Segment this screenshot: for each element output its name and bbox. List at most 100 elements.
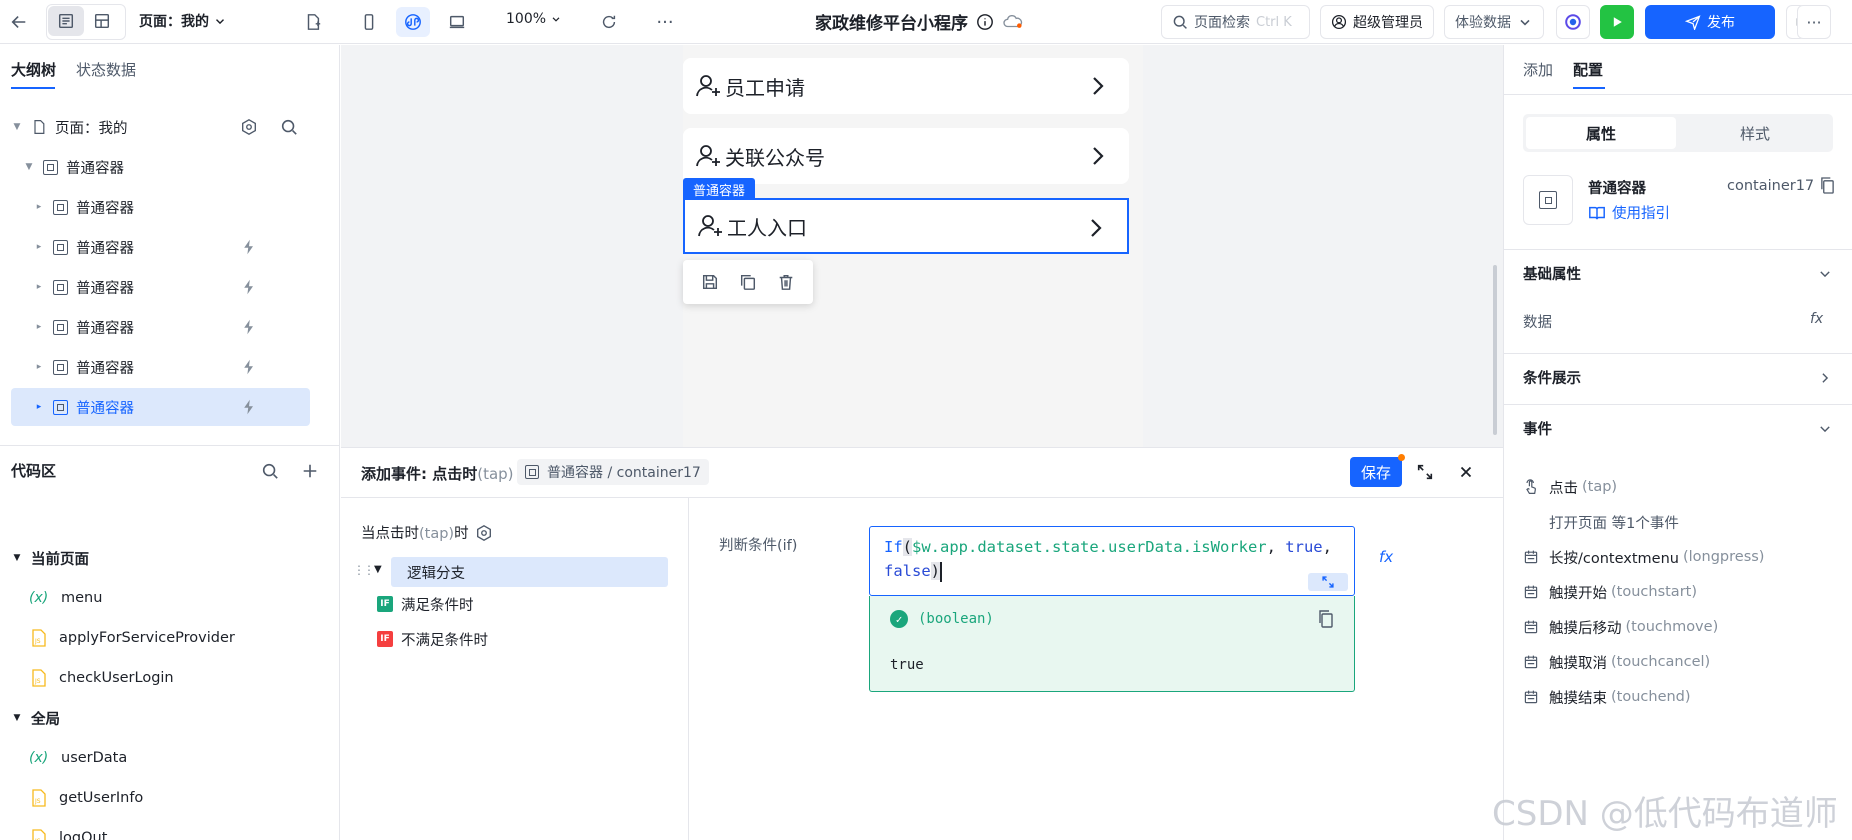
tree-item-child[interactable]: ▸ 普通容器 [11,268,310,306]
save-icon[interactable] [701,273,719,291]
tab-outline[interactable]: 大纲树 [11,59,56,80]
event-touchmove[interactable]: 触摸后移动 (touchmove) [1523,617,1718,637]
tree-item-page[interactable]: ▼ 页面：我的 [11,108,310,146]
chevron-right-icon[interactable] [1818,371,1832,385]
add-icon[interactable] [301,462,319,480]
code-item-getuserinfo[interactable]: JS getUserInfo [11,781,143,815]
caret-down-icon[interactable]: ▼ [11,121,23,133]
tree-item-selected[interactable]: ▸ 普通容器 [11,388,310,426]
tab-state-data[interactable]: 状态数据 [76,59,136,80]
info-icon[interactable] [976,13,994,31]
preview-button[interactable] [1600,5,1634,39]
caret-right-icon[interactable]: ▸ [33,281,45,293]
tree-item-child[interactable]: ▸ 普通容器 [11,228,310,266]
caret-down-icon[interactable]: ▼ [11,712,23,724]
expand-editor-button[interactable] [1308,573,1348,591]
expand-icon [1322,576,1334,588]
card-link-official[interactable]: 关联公众号 [683,128,1129,184]
caret-down-icon[interactable]: ▼ [11,552,23,564]
code-item-userdata[interactable]: (x) userData [11,741,127,775]
divider [1504,249,1852,250]
events-title[interactable]: 事件 [1523,418,1552,439]
caret-right-icon[interactable]: ▸ [33,321,45,333]
miniprogram-device-icon[interactable] [396,7,430,37]
layout-view-icon[interactable] [84,6,120,36]
code-item-menu[interactable]: (x) menu [11,581,102,615]
tab-config[interactable]: 配置 [1573,59,1603,80]
event-longpress[interactable]: 长按/contextmenu (longpress) [1523,547,1764,567]
copy-icon[interactable] [1318,610,1334,628]
ai-assistant-button[interactable] [1556,5,1590,39]
expand-icon[interactable] [1416,463,1434,481]
page-search-input[interactable]: 页面检索 Ctrl K [1161,5,1310,39]
page-view-icon[interactable] [48,6,84,36]
usage-guide-link[interactable]: 使用指引 [1588,202,1670,223]
caret-right-icon[interactable]: ▸ [33,201,45,213]
save-button[interactable]: 保存 [1350,454,1405,487]
event-touchstart[interactable]: 触摸开始 (touchstart) [1523,582,1697,602]
search-icon[interactable] [280,118,298,136]
logic-branch-node[interactable]: 逻辑分支 [391,557,668,587]
chevron-down-icon[interactable] [1818,267,1832,281]
tree-item-child[interactable]: ▸ 普通容器 [11,348,310,386]
search-icon[interactable] [261,462,279,480]
copy-icon[interactable] [1820,177,1835,194]
page-selector[interactable]: 页面：我的 [139,11,227,31]
fx-icon[interactable]: fx [1810,311,1823,327]
tree-item-child[interactable]: ▸ 普通容器 [11,188,310,226]
event-touchcancel[interactable]: 触摸取消 (touchcancel) [1523,652,1710,672]
close-icon[interactable] [1457,463,1475,481]
caret-right-icon[interactable]: ▸ [33,361,45,373]
code-item-logout[interactable]: JS logOut [11,821,107,840]
divider [1504,94,1852,95]
drag-handle-icon[interactable]: ⋮⋮ [353,563,375,577]
container-icon [53,399,68,415]
desktop-device-icon[interactable] [440,7,474,37]
code-group-global[interactable]: ▼ 全局 [11,701,60,735]
chevron-down-icon[interactable] [1818,422,1832,436]
canvas-scrollbar[interactable] [1493,265,1497,435]
more-icon[interactable]: ··· [648,7,682,37]
caret-down-icon[interactable]: ▼ [23,161,35,173]
if-true-icon: IF [377,596,393,612]
settings-icon[interactable] [475,524,493,542]
add-page-icon[interactable] [296,7,330,37]
caret-right-icon[interactable]: ▸ [33,241,45,253]
fx-icon[interactable]: fx [1379,548,1393,566]
code-item-apply[interactable]: JS applyForServiceProvider [11,621,235,655]
tab-add[interactable]: 添加 [1523,59,1553,80]
condition-true-node[interactable]: IF 满足条件时 [377,592,474,616]
trash-icon[interactable] [777,273,795,291]
more-options-button[interactable]: ··· [1797,5,1831,39]
tap-event-note[interactable]: 打开页面 等1个事件 [1549,512,1679,533]
zoom-selector[interactable]: 100% [506,11,562,27]
event-tap[interactable]: 点击 (tap) [1523,477,1617,497]
dataset-selector[interactable]: 体验数据 [1444,5,1544,39]
tree-item-child[interactable]: ▸ 普通容器 [11,308,310,346]
segment-styles[interactable]: 样式 [1680,117,1830,149]
caret-right-icon[interactable]: ▸ [33,401,45,413]
condition-false-node[interactable]: IF 不满足条件时 [377,627,488,651]
caret-down-icon[interactable]: ▼ [374,564,382,575]
code-group-current[interactable]: ▼ 当前页面 [11,541,89,575]
copy-icon[interactable] [739,273,757,291]
back-arrow-icon[interactable] [2,7,36,37]
mobile-device-icon[interactable] [352,7,386,37]
code-item-check[interactable]: JS checkUserLogin [11,661,174,695]
segment-properties[interactable]: 属性 [1526,117,1676,149]
left-tabs: 大纲树 状态数据 [0,45,340,89]
settings-icon[interactable] [240,118,258,136]
card-employee-apply[interactable]: 员工申请 [683,58,1129,114]
event-touchend[interactable]: 触摸结束 (touchend) [1523,687,1691,707]
publish-button[interactable]: 发布 [1645,5,1775,39]
container-icon [1539,191,1557,209]
chevron-right-icon [1093,147,1104,165]
basic-props-title[interactable]: 基础属性 [1523,263,1581,284]
refresh-icon[interactable] [592,7,626,37]
admin-button[interactable]: 超级管理员 [1320,5,1434,39]
tree-item-container[interactable]: ▼ 普通容器 [11,148,310,186]
condition-code-editor[interactable]: If($w.app.dataset.state.userData.isWorke… [869,526,1355,596]
component-chip-label: 普通容器 / container17 [547,465,701,481]
card-worker-entry[interactable]: 工人入口 [683,198,1129,254]
cond-display-title[interactable]: 条件展示 [1523,367,1581,388]
